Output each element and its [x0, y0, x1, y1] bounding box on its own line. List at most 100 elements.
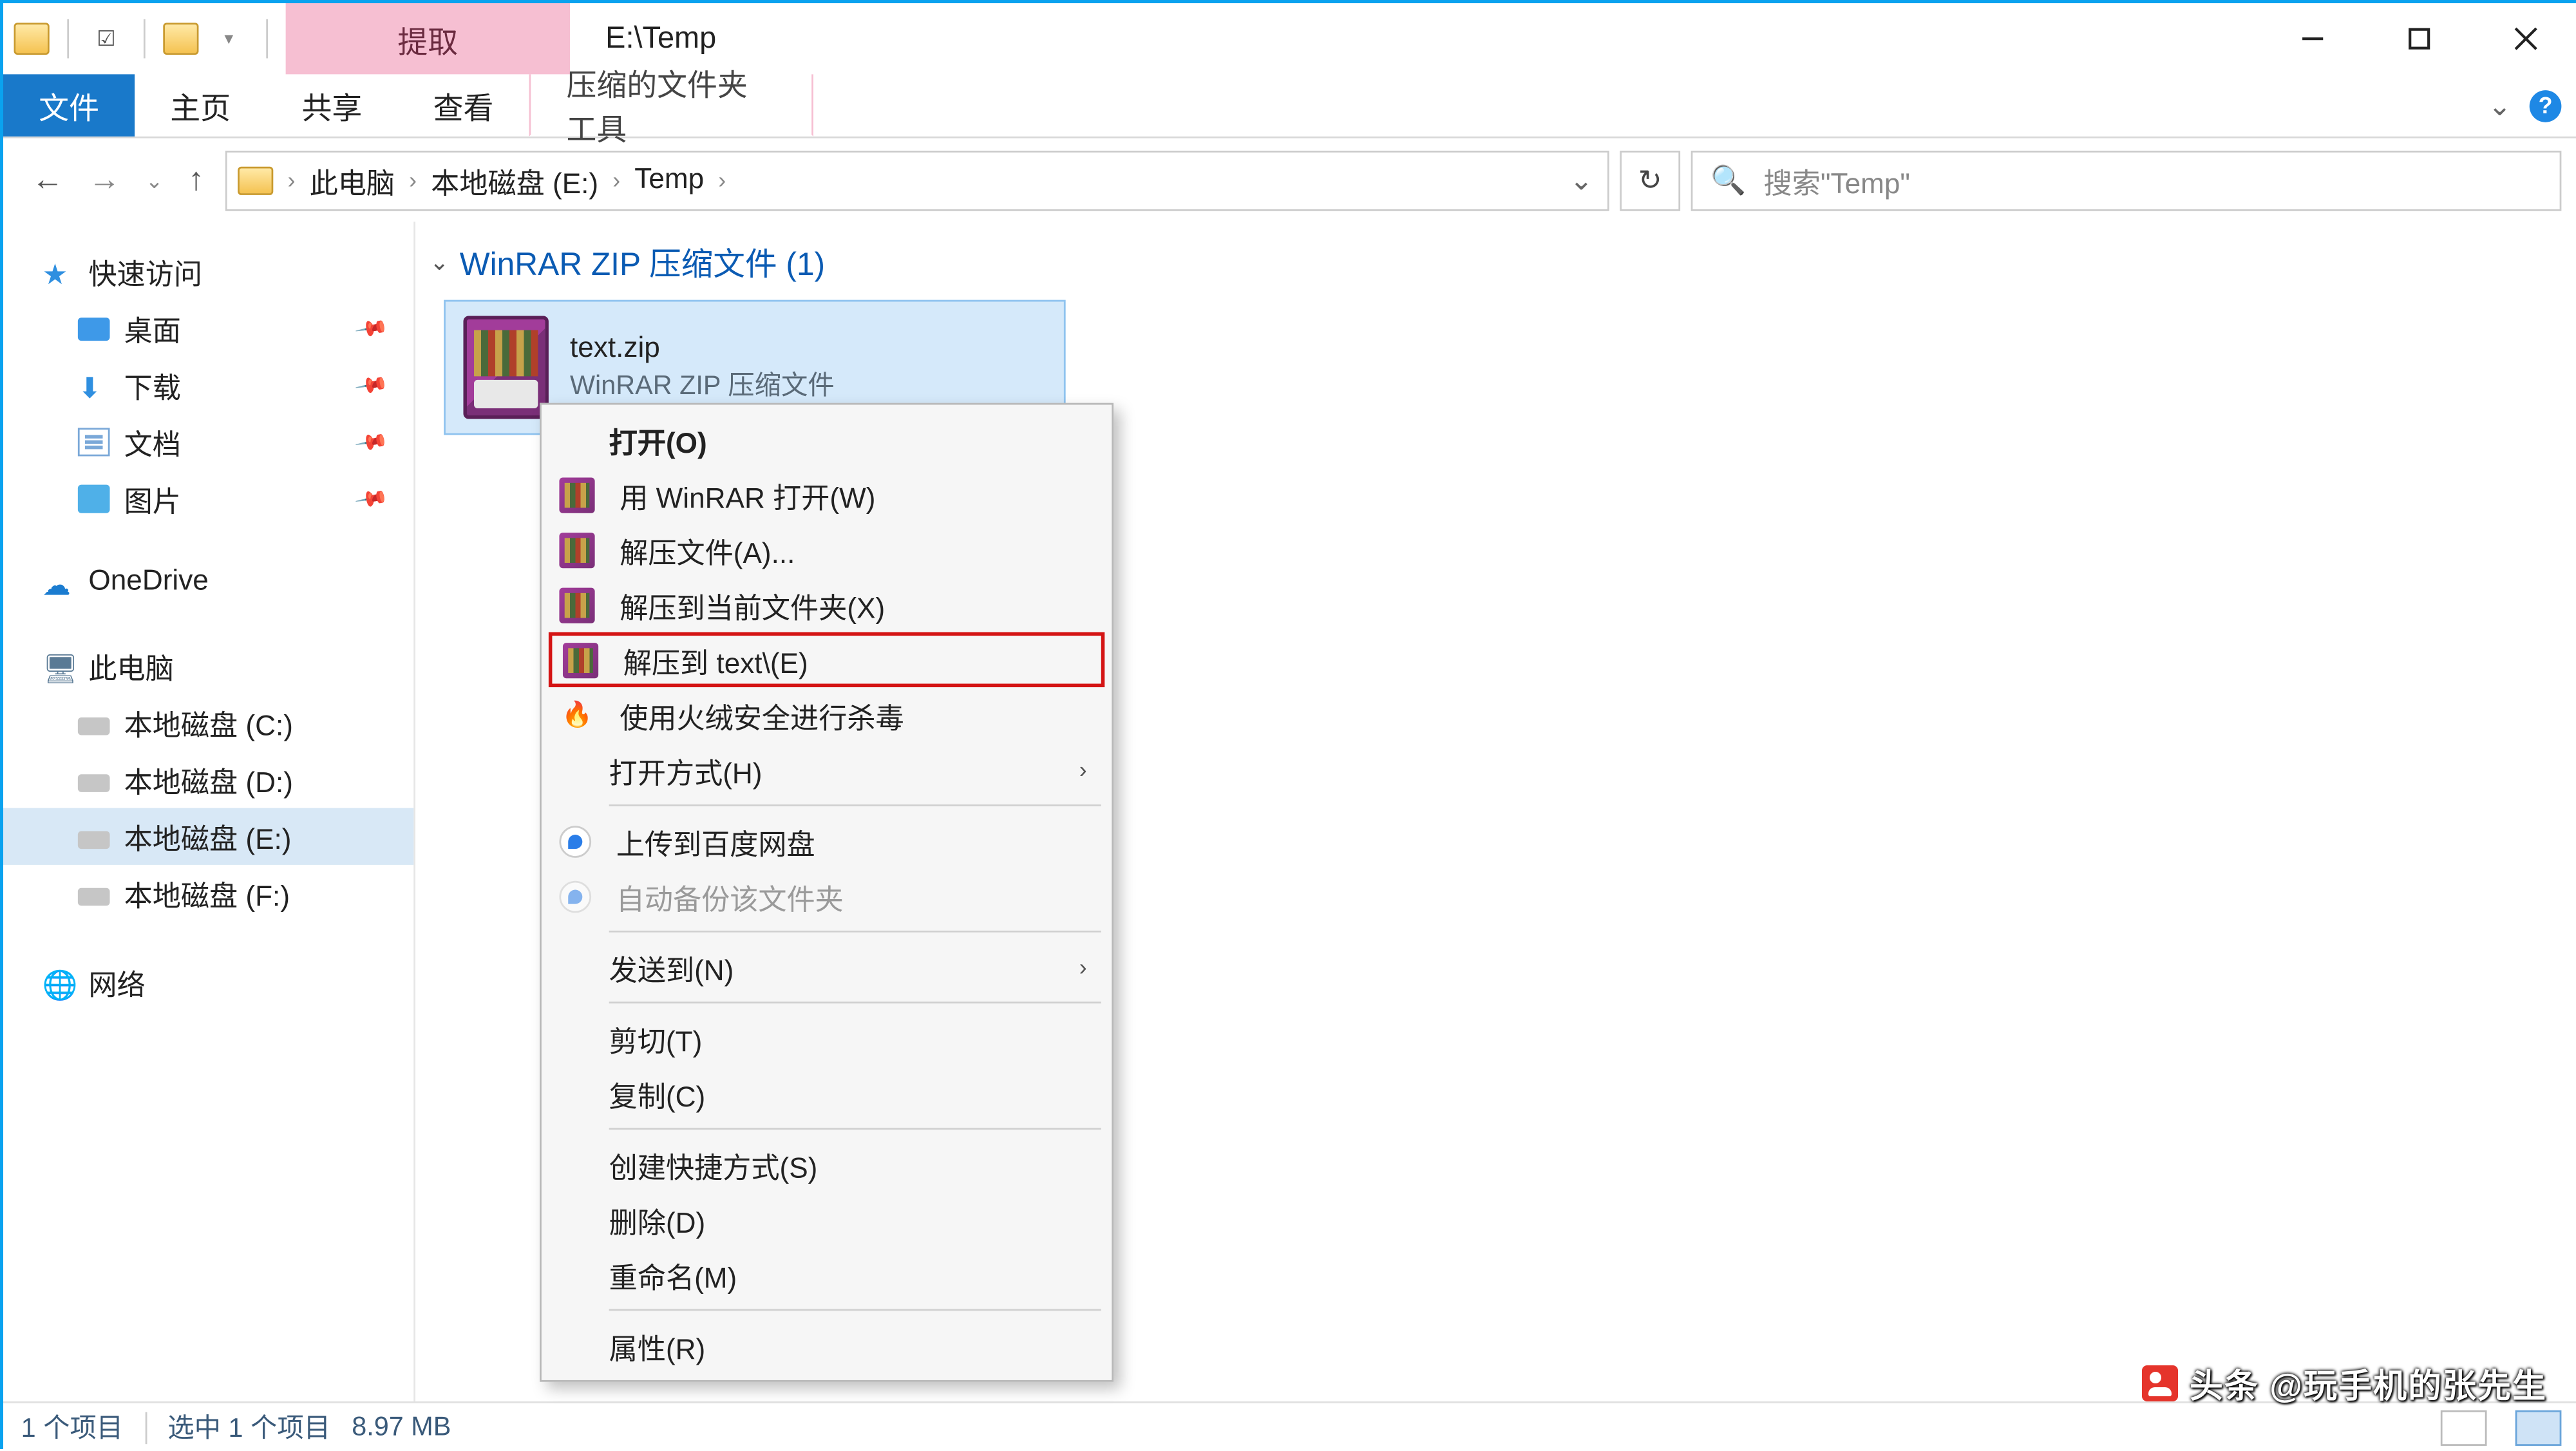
drive-icon	[78, 717, 110, 735]
refresh-button[interactable]: ↻	[1620, 150, 1680, 211]
tab-share[interactable]: 共享	[266, 74, 397, 137]
qat-dropdown-icon[interactable]: ▾	[209, 19, 249, 59]
view-tiles-button[interactable]	[2515, 1409, 2562, 1445]
forward-button[interactable]: →	[88, 162, 120, 199]
sidebar-item-downloads[interactable]: ⬇下载📌	[3, 357, 413, 413]
pin-icon: 📌	[354, 481, 390, 517]
sidebar-item-onedrive[interactable]: ☁OneDrive	[3, 559, 413, 605]
menu-baidu-upload[interactable]: 上传到百度网盘	[545, 813, 1108, 869]
minimize-button[interactable]	[2259, 3, 2366, 74]
winrar-icon	[563, 642, 598, 678]
contextual-tab-extract[interactable]: 提取	[286, 3, 570, 74]
drive-icon	[78, 830, 110, 848]
chevron-right-icon[interactable]: ›	[406, 167, 421, 193]
tab-view[interactable]: 查看	[397, 74, 529, 137]
sidebar-item-desktop[interactable]: 桌面📌	[3, 300, 413, 357]
sidebar-item-quick-access[interactable]: ★快速访问	[3, 243, 413, 299]
sidebar-item-network[interactable]: 🌐网络	[3, 954, 413, 1010]
pictures-icon	[78, 485, 110, 513]
context-menu: 打开(O) 用 WinRAR 打开(W) 解压文件(A)... 解压到当前文件夹…	[540, 403, 1113, 1382]
group-title: WinRAR ZIP 压缩文件 (1)	[460, 240, 825, 286]
pc-icon: 🖥	[43, 652, 75, 680]
menu-cut[interactable]: 剪切(T)	[545, 1010, 1108, 1066]
breadcrumb[interactable]: Temp	[634, 164, 704, 196]
view-details-button[interactable]	[2441, 1409, 2487, 1445]
tab-compressed-folder-tools[interactable]: 压缩的文件夹工具	[529, 74, 813, 137]
menu-open[interactable]: 打开(O)	[545, 412, 1108, 467]
title-bar: ☑ ▾ 提取 E:\Temp	[3, 3, 2576, 74]
ribbon-expand-icon[interactable]: ⌄	[2488, 88, 2512, 123]
navigation-pane: ★快速访问 桌面📌 ⬇下载📌 文档📌 图片📌 ☁OneDrive 🖥此电脑 本地…	[3, 222, 415, 1401]
chevron-down-icon[interactable]: ⌄	[430, 249, 449, 277]
winrar-icon	[559, 477, 594, 512]
help-icon[interactable]: ?	[2530, 90, 2562, 122]
status-selected: 选中 1 个项目	[167, 1408, 330, 1446]
tab-file[interactable]: 文件	[3, 74, 135, 137]
group-header[interactable]: ⌄ WinRAR ZIP 压缩文件 (1)	[430, 240, 2551, 286]
window-title: E:\Temp	[570, 3, 2259, 74]
menu-open-with[interactable]: 打开方式(H)›	[545, 743, 1108, 798]
toutiao-icon	[2142, 1365, 2178, 1401]
maximize-button[interactable]	[2366, 3, 2473, 74]
menu-baidu-backup: 自动备份该文件夹	[545, 868, 1108, 924]
menu-separator	[609, 931, 1101, 933]
sidebar-item-drive-e[interactable]: 本地磁盘 (E:)	[3, 808, 413, 865]
menu-extract-files[interactable]: 解压文件(A)...	[545, 522, 1108, 578]
star-icon: ★	[43, 257, 75, 285]
winrar-icon	[559, 587, 594, 622]
menu-extract-here[interactable]: 解压到当前文件夹(X)	[545, 577, 1108, 632]
sidebar-item-drive-c[interactable]: 本地磁盘 (C:)	[3, 694, 413, 751]
tab-home[interactable]: 主页	[135, 74, 266, 137]
sidebar-item-drive-f[interactable]: 本地磁盘 (F:)	[3, 865, 413, 922]
desktop-icon	[78, 317, 110, 340]
menu-extract-to-folder[interactable]: 解压到 text\(E)	[549, 632, 1104, 688]
status-size: 8.97 MB	[352, 1412, 451, 1443]
sidebar-item-drive-d[interactable]: 本地磁盘 (D:)	[3, 751, 413, 808]
chevron-right-icon[interactable]: ›	[284, 167, 299, 193]
search-icon: 🔍	[1710, 162, 1746, 198]
menu-delete[interactable]: 删除(D)	[545, 1192, 1108, 1247]
network-icon: 🌐	[43, 968, 75, 996]
chevron-right-icon[interactable]: ›	[609, 167, 624, 193]
menu-separator	[609, 1309, 1101, 1311]
up-button[interactable]: ↑	[188, 162, 204, 199]
menu-rename[interactable]: 重命名(M)	[545, 1247, 1108, 1302]
breadcrumb[interactable]: 此电脑	[310, 158, 395, 201]
address-bar[interactable]: › 此电脑 › 本地磁盘 (E:) › Temp › ⌄	[225, 150, 1609, 211]
sidebar-item-documents[interactable]: 文档📌	[3, 413, 413, 470]
folder-icon[interactable]	[14, 23, 50, 55]
download-icon: ⬇	[78, 371, 110, 399]
close-button[interactable]	[2472, 3, 2576, 74]
search-input[interactable]: 🔍 搜索"Temp"	[1691, 150, 2562, 211]
fire-icon: 🔥	[559, 697, 594, 732]
folder-icon	[238, 166, 273, 194]
sidebar-item-pictures[interactable]: 图片📌	[3, 471, 413, 527]
menu-send-to[interactable]: 发送到(N)›	[545, 940, 1108, 995]
menu-separator	[609, 804, 1101, 806]
file-name: text.zip	[570, 333, 835, 365]
document-icon	[78, 428, 110, 456]
recent-locations-icon[interactable]: ⌄	[146, 167, 164, 193]
pin-icon: 📌	[354, 424, 390, 460]
cloud-icon: ☁	[43, 568, 75, 596]
chevron-right-icon[interactable]: ›	[715, 167, 730, 193]
menu-create-shortcut[interactable]: 创建快捷方式(S)	[545, 1137, 1108, 1192]
status-item-count: 1 个项目	[21, 1408, 124, 1446]
chevron-right-icon: ›	[1079, 757, 1087, 783]
folder-icon[interactable]	[163, 23, 198, 55]
sidebar-item-this-pc[interactable]: 🖥此电脑	[3, 638, 413, 694]
file-type: WinRAR ZIP 压缩文件	[570, 365, 835, 402]
menu-open-winrar[interactable]: 用 WinRAR 打开(W)	[545, 467, 1108, 522]
qat-properties-icon[interactable]: ☑	[87, 19, 126, 59]
address-dropdown-icon[interactable]: ⌄	[1569, 162, 1593, 198]
menu-separator	[609, 1001, 1101, 1003]
menu-separator	[609, 1128, 1101, 1130]
chevron-right-icon: ›	[1079, 954, 1087, 980]
watermark: 头条 @玩手机的张先生	[2142, 1359, 2547, 1407]
back-button[interactable]: ←	[32, 162, 64, 199]
menu-properties[interactable]: 属性(R)	[545, 1318, 1108, 1373]
baidu-icon	[559, 825, 591, 857]
menu-copy[interactable]: 复制(C)	[545, 1066, 1108, 1121]
breadcrumb[interactable]: 本地磁盘 (E:)	[431, 158, 598, 201]
menu-huorong-scan[interactable]: 🔥使用火绒安全进行杀毒	[545, 687, 1108, 743]
